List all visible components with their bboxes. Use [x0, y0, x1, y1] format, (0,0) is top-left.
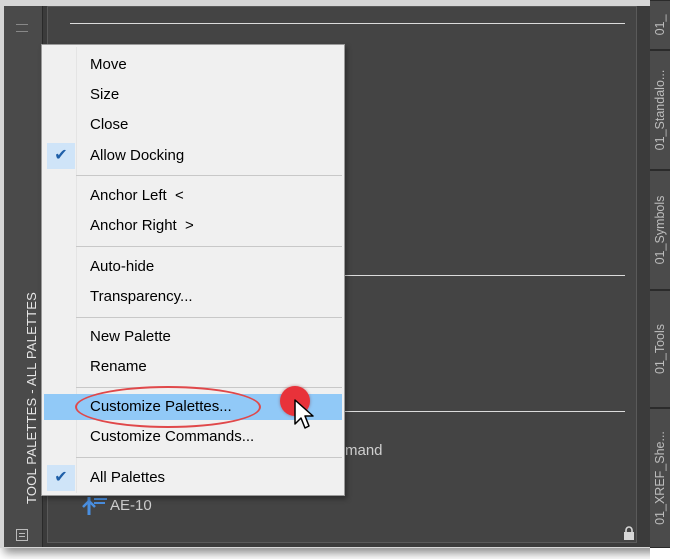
tool-item-label[interactable]: mand: [345, 442, 383, 459]
menu-item-close[interactable]: Close: [44, 112, 342, 138]
properties-icon[interactable]: [16, 529, 28, 541]
arrow-cursor-icon: [294, 399, 314, 429]
menu-item-anchor-left[interactable]: Anchor Left <: [44, 183, 342, 209]
menu-item-auto-hide[interactable]: Auto-hide: [44, 254, 342, 280]
palette-separator: [70, 23, 625, 24]
tab-01-xref-sheets[interactable]: 01_XREF_She...: [650, 408, 670, 548]
menu-item-rename[interactable]: Rename: [44, 354, 342, 380]
palette-title: TOOL PALETTES - ALL PALETTES: [24, 292, 39, 504]
palette-title-bar[interactable]: TOOL PALETTES - ALL PALETTES: [4, 6, 43, 547]
lock-icon[interactable]: [623, 526, 635, 540]
menu-separator: [76, 457, 342, 458]
menu-separator: [76, 317, 342, 318]
check-icon: ✔: [47, 465, 75, 491]
grip-icon[interactable]: [16, 24, 28, 32]
menu-separator: [76, 246, 342, 247]
tab-01-standalone[interactable]: 01_Standalo...: [650, 50, 670, 170]
tab-01-symbols[interactable]: 01_Symbols: [650, 170, 670, 290]
menu-item-move[interactable]: Move: [44, 52, 342, 78]
menu-item-anchor-right[interactable]: Anchor Right >: [44, 213, 342, 239]
menu-item-size[interactable]: Size: [44, 82, 342, 108]
palette-separator: [343, 275, 625, 276]
tab-01-tools[interactable]: 01_Tools: [650, 290, 670, 408]
menu-item-transparency[interactable]: Transparency...: [44, 284, 342, 310]
menu-item-new-palette[interactable]: New Palette: [44, 324, 342, 350]
menu-item-all-palettes[interactable]: ✔ All Palettes: [44, 465, 342, 491]
check-icon: ✔: [47, 143, 75, 169]
palette-separator: [343, 411, 625, 412]
tool-label[interactable]: AE-10: [110, 497, 152, 514]
menu-separator: [76, 175, 342, 176]
dimension-tool-icon[interactable]: [81, 493, 107, 517]
tab-01[interactable]: 01_: [650, 0, 670, 50]
menu-item-allow-docking[interactable]: ✔ Allow Docking: [44, 143, 342, 169]
highlight-ellipse-annotation: [75, 386, 261, 428]
